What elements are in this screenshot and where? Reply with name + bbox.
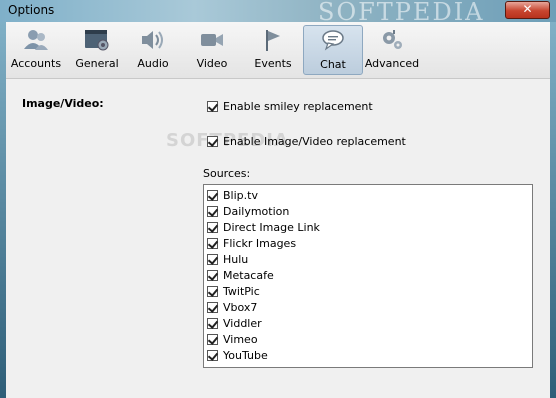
tab-events-label: Events [254, 57, 292, 70]
source-label: Dailymotion [223, 204, 290, 218]
source-item-flickr-images[interactable]: Flickr Images [207, 235, 296, 251]
smiley-replacement-checkbox[interactable]: Enable smiley replacement [207, 100, 373, 113]
audio-icon [139, 27, 167, 53]
tab-chat[interactable]: Chat [303, 25, 363, 75]
image-video-checkbox-label: Enable Image/Video replacement [223, 135, 406, 148]
source-item-vimeo[interactable]: Vimeo [207, 331, 258, 347]
advanced-icon [378, 27, 406, 53]
tab-accounts[interactable]: Accounts [6, 25, 66, 75]
source-item-viddler[interactable]: Viddler [207, 315, 262, 331]
category-toolbar: Accounts General Audio Video Events Chat… [6, 22, 550, 79]
image-video-replacement-checkbox[interactable]: Enable Image/Video replacement [207, 135, 406, 148]
source-checkbox[interactable] [207, 349, 218, 361]
general-icon [83, 27, 111, 53]
options-client-area: Accounts General Audio Video Events Chat… [6, 22, 550, 398]
source-item-dailymotion[interactable]: Dailymotion [207, 203, 289, 219]
tab-audio[interactable]: Audio [123, 25, 183, 75]
tab-chat-label: Chat [320, 58, 346, 71]
smiley-checkbox-box[interactable] [207, 101, 218, 112]
tab-advanced-label: Advanced [364, 57, 420, 70]
source-label: Viddler [223, 316, 262, 330]
image-video-section-label: Image/Video: [22, 97, 104, 110]
source-item-youtube[interactable]: YouTube [207, 347, 268, 363]
sources-list[interactable]: Blip.tv Dailymotion Direct Image Link Fl… [203, 184, 533, 368]
source-checkbox[interactable] [207, 317, 218, 329]
tab-video-label: Video [196, 57, 228, 70]
accounts-icon [22, 27, 50, 53]
source-label: Hulu [223, 252, 249, 266]
source-checkbox[interactable] [207, 205, 218, 217]
source-label: TwitPic [223, 284, 260, 298]
source-checkbox[interactable] [207, 253, 218, 265]
source-item-blip-tv[interactable]: Blip.tv [207, 187, 258, 203]
tab-general[interactable]: General [67, 25, 127, 75]
image-video-checkbox-box[interactable] [207, 136, 218, 147]
tab-advanced[interactable]: Advanced [362, 25, 422, 75]
source-item-vbox7[interactable]: Vbox7 [207, 299, 257, 315]
tab-general-label: General [75, 57, 119, 70]
source-checkbox[interactable] [207, 237, 218, 249]
title-bar: Options SOFTPEDIA ✕ [0, 0, 556, 26]
source-checkbox[interactable] [207, 221, 218, 233]
chat-icon [319, 28, 347, 54]
source-label: Blip.tv [223, 188, 258, 202]
tab-events[interactable]: Events [243, 25, 303, 75]
window-title: Options [8, 3, 55, 17]
source-item-hulu[interactable]: Hulu [207, 251, 248, 267]
source-label: Vimeo [223, 332, 258, 346]
source-checkbox[interactable] [207, 285, 218, 297]
source-checkbox[interactable] [207, 301, 218, 313]
tab-audio-label: Audio [137, 57, 169, 70]
source-label: YouTube [223, 348, 268, 362]
window-frame-right [550, 22, 556, 398]
source-item-direct-image-link[interactable]: Direct Image Link [207, 219, 320, 235]
smiley-checkbox-label: Enable smiley replacement [223, 100, 373, 113]
source-item-twitpic[interactable]: TwitPic [207, 283, 260, 299]
events-icon [259, 27, 287, 53]
tab-accounts-label: Accounts [10, 57, 62, 70]
source-checkbox[interactable] [207, 333, 218, 345]
source-label: Flickr Images [223, 236, 297, 250]
source-checkbox[interactable] [207, 189, 218, 201]
source-item-metacafe[interactable]: Metacafe [207, 267, 274, 283]
source-label: Vbox7 [223, 300, 258, 314]
sources-label: Sources: [203, 167, 251, 180]
source-checkbox[interactable] [207, 269, 218, 281]
source-label: Metacafe [223, 268, 274, 282]
close-button[interactable]: ✕ [505, 1, 550, 19]
tab-video[interactable]: Video [182, 25, 242, 75]
source-label: Direct Image Link [223, 220, 320, 234]
video-icon [198, 27, 226, 53]
